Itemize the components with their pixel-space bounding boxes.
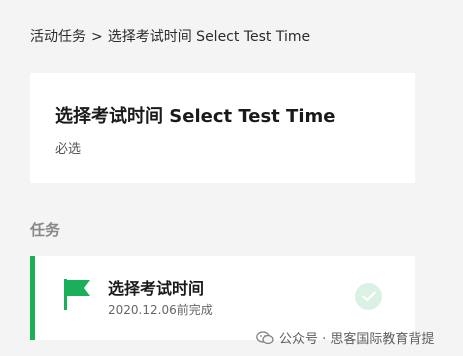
breadcrumb-current: 选择考试时间 Select Test Time — [107, 29, 311, 45]
required-label: 必选 — [55, 142, 82, 157]
watermark-text: 公众号 · 思客国际教育背提 — [279, 332, 435, 347]
breadcrumb-parent-link[interactable]: 活动任务 — [30, 29, 86, 45]
header-card: 选择考试时间 Select Test Time 必选 — [30, 73, 415, 183]
breadcrumb-separator: > — [91, 29, 103, 45]
section-title: 任务 — [30, 221, 61, 239]
wechat-icon — [256, 330, 274, 344]
task-due-date: 2020.12.06前完成 — [108, 303, 213, 317]
breadcrumb: 活动任务 > 选择考试时间 Select Test Time — [30, 26, 310, 46]
watermark: 公众号 · 思客国际教育背提 — [256, 328, 434, 347]
page: 活动任务 > 选择考试时间 Select Test Time 选择考试时间 Sele… — [0, 0, 463, 356]
check-icon — [355, 283, 382, 310]
flag-icon — [64, 279, 90, 310]
task-title: 选择考试时间 — [108, 279, 205, 298]
page-title: 选择考试时间 Select Test Time — [55, 106, 336, 127]
